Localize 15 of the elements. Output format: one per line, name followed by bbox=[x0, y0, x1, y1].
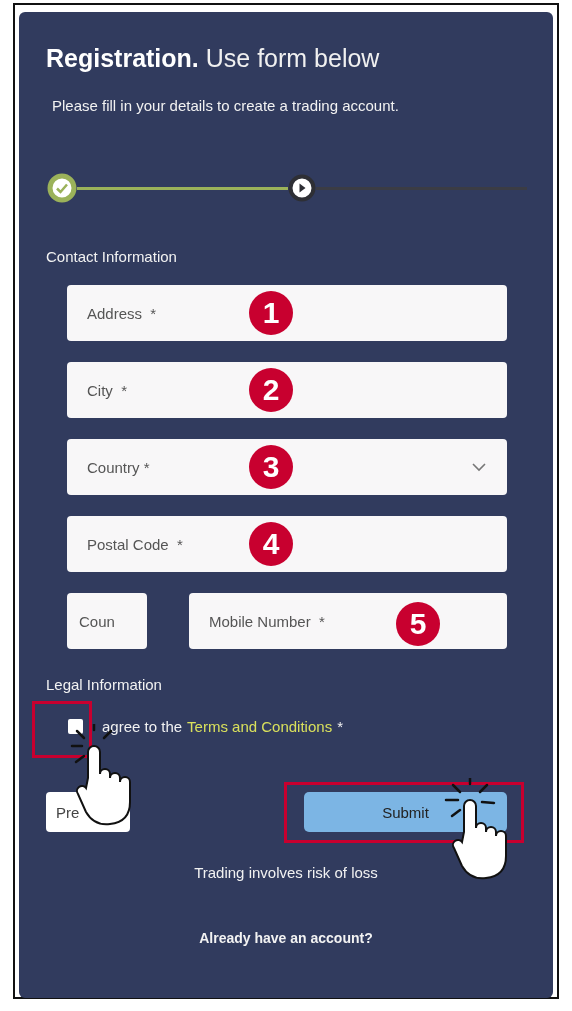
risk-disclaimer: Trading involves risk of loss bbox=[193, 864, 379, 881]
agree-label: agree to the bbox=[102, 718, 183, 735]
submit-button[interactable]: Submit bbox=[304, 792, 507, 832]
section-heading: Legal Information bbox=[46, 675, 163, 695]
completed-step-icon bbox=[47, 173, 77, 203]
form-subtitle: Please fill in your details to create a trading account. bbox=[52, 96, 400, 116]
form-title: Registration. Use form below bbox=[46, 43, 381, 74]
current-step-icon bbox=[288, 174, 316, 202]
agree-checkbox[interactable] bbox=[68, 719, 83, 734]
login-link[interactable]: Already have an account? bbox=[65, 930, 507, 946]
country-code-field[interactable]: Coun bbox=[67, 593, 147, 649]
chevron-down-icon bbox=[471, 462, 487, 472]
required-mark: * bbox=[337, 718, 343, 735]
section-heading: Contact Information bbox=[46, 247, 178, 267]
terms-link[interactable]: Terms and Conditions bbox=[187, 718, 333, 735]
